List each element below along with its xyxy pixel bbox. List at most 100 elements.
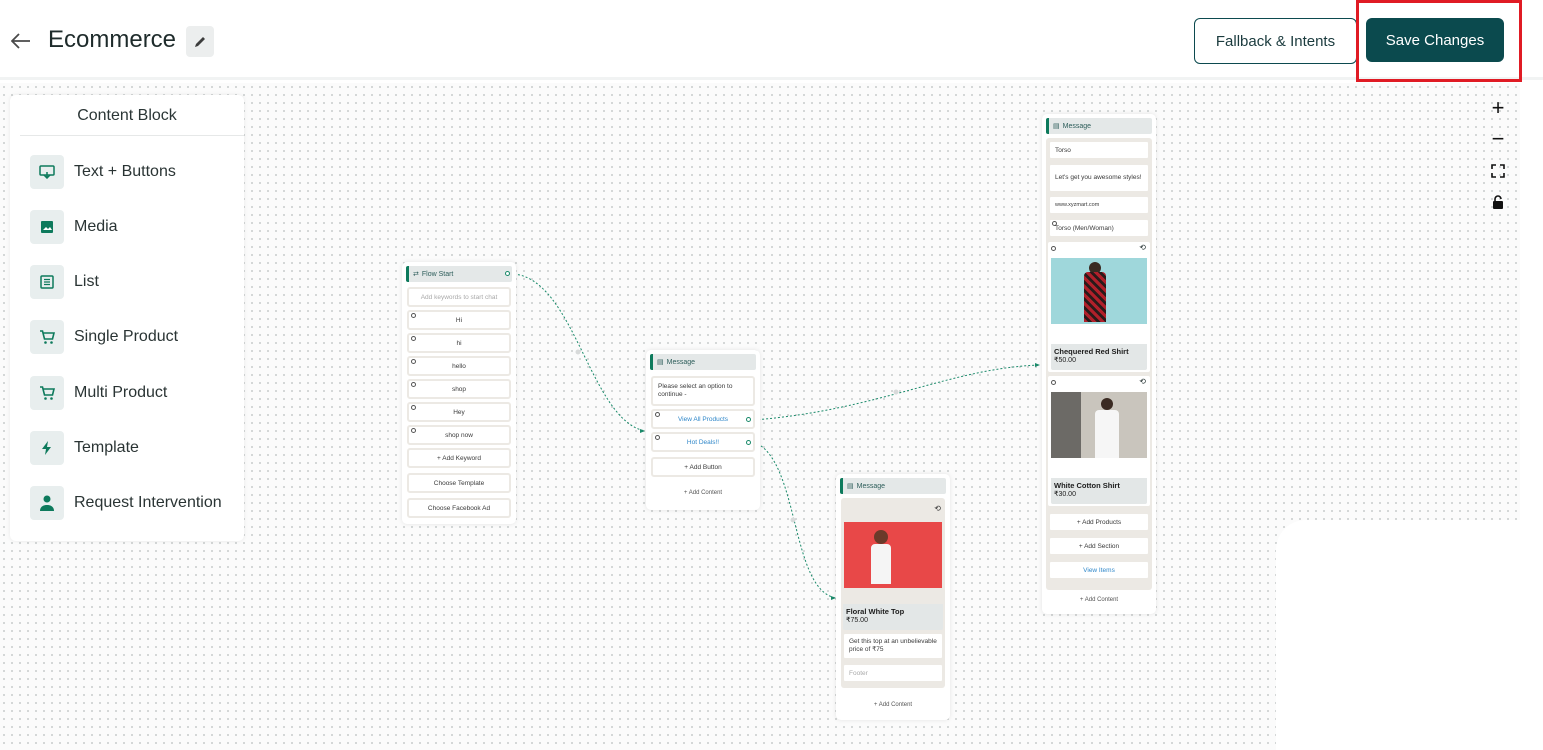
- add-section-button[interactable]: + Add Section: [1048, 536, 1150, 556]
- zoom-out-button[interactable]: −: [1486, 126, 1510, 152]
- output-port[interactable]: [505, 271, 510, 276]
- keyword-label: hi: [456, 339, 462, 347]
- option-button-view-all[interactable]: View All Products: [651, 409, 755, 429]
- keyword-item[interactable]: shop: [407, 379, 511, 399]
- content-block-panel: Content Block Text + Buttons Media List …: [10, 95, 244, 541]
- keyword-label: shop: [451, 385, 467, 393]
- product-name: White Cotton Shirt: [1054, 481, 1120, 490]
- node-title: Message: [1062, 122, 1092, 130]
- keyword-item[interactable]: Hi: [407, 310, 511, 330]
- cb-item-label: List: [74, 273, 99, 290]
- add-products-button[interactable]: + Add Products: [1048, 512, 1150, 532]
- cb-item-multi-product[interactable]: Multi Product: [30, 376, 244, 410]
- remove-icon[interactable]: [411, 313, 416, 318]
- message-node-products[interactable]: ▤ Message Torso Let's get you awesome st…: [1042, 114, 1156, 614]
- remove-icon[interactable]: [411, 336, 416, 341]
- image-icon: [30, 210, 64, 244]
- message-node-hot-deal[interactable]: ▤ Message ⟲ Floral White Top ₹75.00 Get …: [836, 474, 950, 720]
- choose-facebook-ad-button[interactable]: Choose Facebook Ad: [407, 498, 511, 518]
- keyword-item[interactable]: hello: [407, 356, 511, 376]
- keyword-label: shop now: [445, 431, 473, 439]
- keyword-input[interactable]: Add keywords to start chat: [407, 287, 511, 307]
- keyword-item[interactable]: Hey: [407, 402, 511, 422]
- product-caption: Floral White Top ₹75.00: [843, 604, 943, 630]
- cb-item-request-intervention[interactable]: Request Intervention: [30, 486, 244, 520]
- product-image: [1051, 258, 1147, 324]
- keyword-label: Hi: [455, 316, 463, 324]
- keyword-item[interactable]: shop now: [407, 425, 511, 445]
- remove-icon[interactable]: [411, 359, 416, 364]
- message-icon: ▤: [1053, 123, 1060, 130]
- message-node-options[interactable]: ▤ Message Please select an option to con…: [646, 350, 760, 510]
- message-icon: ▤: [847, 483, 854, 490]
- remove-icon[interactable]: [655, 412, 660, 417]
- panel-title: Content Block: [77, 107, 177, 124]
- history-icon[interactable]: ⟲: [1139, 377, 1146, 386]
- product-item[interactable]: ⟲ Chequered Red Shirt ₹50.00: [1048, 242, 1150, 372]
- history-icon[interactable]: ⟲: [934, 504, 941, 513]
- message-body[interactable]: Get this top at an unbelievable price of…: [842, 632, 944, 660]
- cb-item-list[interactable]: List: [30, 265, 244, 299]
- output-port[interactable]: [746, 440, 751, 445]
- agent-icon: [30, 486, 64, 520]
- header-text[interactable]: Torso: [1048, 140, 1150, 160]
- remove-icon[interactable]: [411, 382, 416, 387]
- add-keyword-button[interactable]: + Add Keyword: [407, 448, 511, 468]
- history-icon[interactable]: ⟲: [1139, 243, 1146, 252]
- fit-view-icon[interactable]: [1486, 158, 1510, 184]
- section-title[interactable]: Torso (Men/Woman): [1048, 218, 1150, 238]
- product-image: [1051, 392, 1147, 458]
- zoom-in-button[interactable]: +: [1486, 95, 1510, 121]
- remove-icon[interactable]: [1051, 380, 1056, 385]
- cb-item-label: Multi Product: [74, 384, 168, 401]
- product-price: ₹75.00: [846, 617, 868, 624]
- lightning-icon: [30, 431, 64, 465]
- cb-item-label: Request Intervention: [74, 494, 222, 511]
- choose-template-button[interactable]: Choose Template: [407, 473, 511, 493]
- product-name: Chequered Red Shirt: [1054, 347, 1129, 356]
- flow-icon: ⇄: [413, 271, 419, 278]
- footer-text[interactable]: www.xyzmart.com: [1048, 195, 1150, 215]
- node-title: Flow Start: [421, 270, 454, 278]
- section-label: Torso (Men/Woman): [1055, 224, 1114, 232]
- add-content-button[interactable]: + Add Content: [1047, 597, 1151, 603]
- product-name: Floral White Top: [846, 607, 905, 616]
- text-buttons-icon: [30, 155, 64, 189]
- keyword-item[interactable]: hi: [407, 333, 511, 353]
- product-image: [844, 522, 942, 588]
- body-text[interactable]: Let's get you awesome styles!: [1048, 163, 1150, 193]
- cb-item-single-product[interactable]: Single Product: [30, 320, 244, 354]
- list-icon: [30, 265, 64, 299]
- cb-item-label: Media: [74, 218, 118, 235]
- node-title: Message: [856, 482, 886, 490]
- message-icon: ▤: [657, 359, 664, 366]
- product-price: ₹50.00: [1054, 357, 1076, 364]
- lock-icon[interactable]: [1486, 189, 1510, 215]
- cb-item-template[interactable]: Template: [30, 431, 244, 465]
- footer-input[interactable]: Footer: [842, 663, 944, 683]
- node-header: ⇄ Flow Start: [406, 266, 512, 282]
- remove-icon[interactable]: [655, 435, 660, 440]
- remove-icon[interactable]: [1051, 246, 1056, 251]
- node-header: ▤ Message: [840, 478, 946, 494]
- output-port[interactable]: [746, 417, 751, 422]
- remove-icon[interactable]: [411, 405, 416, 410]
- cart-icon: [30, 376, 64, 410]
- cb-item-text-buttons[interactable]: Text + Buttons: [30, 155, 244, 189]
- remove-icon[interactable]: [411, 428, 416, 433]
- keyword-label: hello: [452, 362, 466, 370]
- product-card[interactable]: ⟲ Floral White Top ₹75.00 Get this top a…: [841, 498, 945, 688]
- view-items-button[interactable]: View Items: [1048, 560, 1150, 580]
- product-item[interactable]: ⟲ White Cotton Shirt ₹30.00: [1048, 376, 1150, 506]
- node-header: ▤ Message: [1046, 118, 1152, 134]
- cb-item-media[interactable]: Media: [30, 210, 244, 244]
- message-text[interactable]: Please select an option to continue -: [651, 376, 755, 406]
- product-caption: White Cotton Shirt ₹30.00: [1051, 478, 1147, 504]
- add-button[interactable]: + Add Button: [651, 457, 755, 477]
- add-content-button[interactable]: + Add Content: [841, 702, 945, 708]
- flow-start-node[interactable]: ⇄ Flow Start Add keywords to start chat …: [402, 262, 516, 524]
- option-button-hot-deals[interactable]: Hot Deals!!: [651, 432, 755, 452]
- remove-icon[interactable]: [1052, 221, 1057, 226]
- add-content-button[interactable]: + Add Content: [651, 490, 755, 496]
- product-list: Torso Let's get you awesome styles! www.…: [1046, 138, 1152, 590]
